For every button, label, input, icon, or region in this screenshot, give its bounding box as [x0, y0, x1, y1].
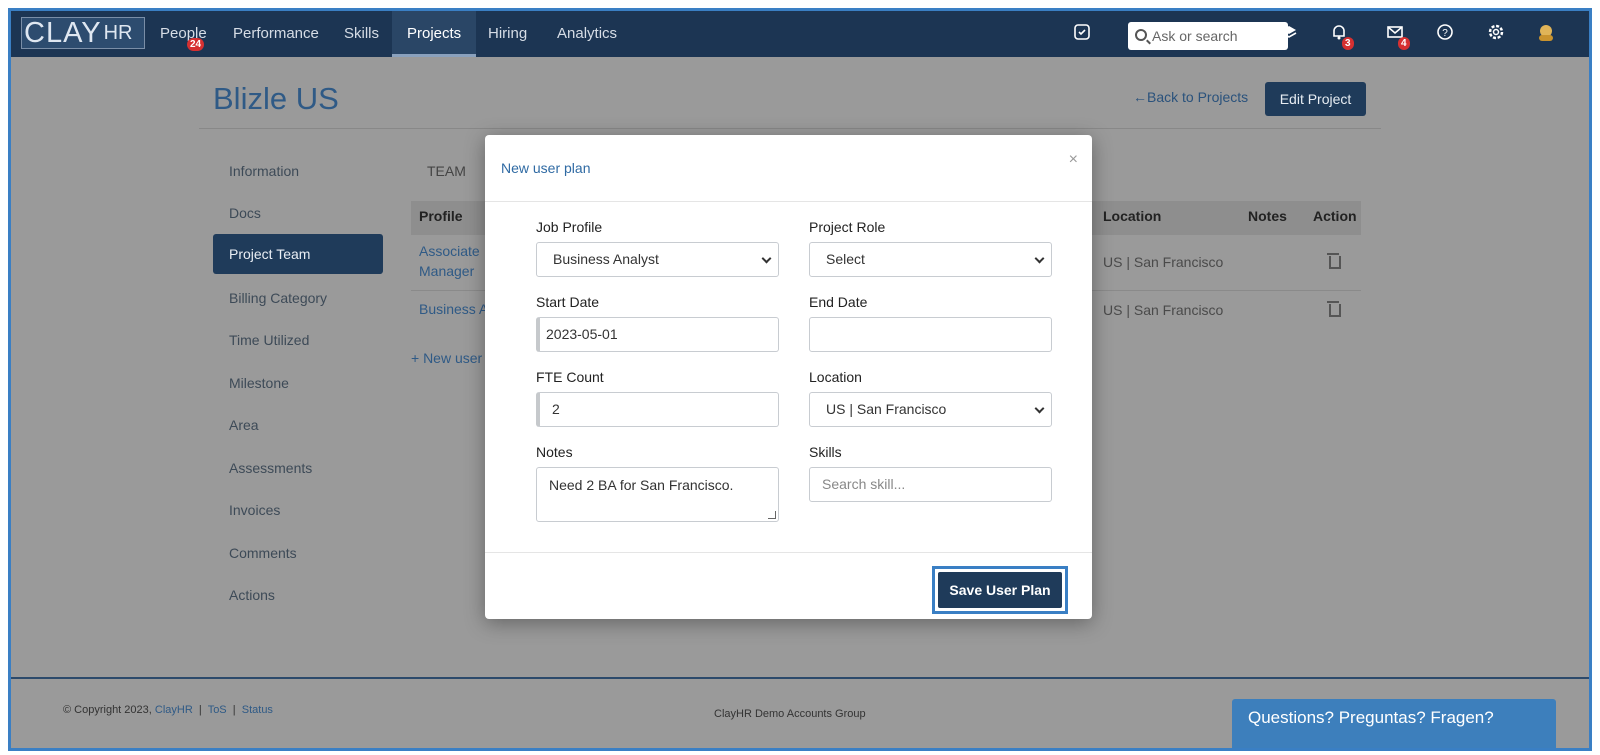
modal-header: New user plan ×	[485, 135, 1092, 202]
sidebar-item-billing-category[interactable]: Billing Category	[229, 290, 327, 306]
people-badge: 24	[187, 38, 205, 51]
location-select[interactable]: US | San Francisco	[809, 392, 1052, 427]
new-user-plan-modal: New user plan × Job Profile Business Ana…	[485, 135, 1092, 619]
start-date-field[interactable]: 2023-05-01	[536, 317, 779, 352]
location-label: Location	[809, 369, 862, 385]
chevron-down-icon	[1034, 403, 1045, 414]
svg-text:?: ?	[1442, 28, 1448, 39]
trash-icon[interactable]	[1327, 301, 1341, 317]
chevron-down-icon	[761, 253, 772, 264]
row-location: US | San Francisco	[1103, 302, 1224, 318]
back-to-projects-link[interactable]: ←Back to Projects	[1133, 89, 1248, 105]
project-role-select[interactable]: Select	[809, 242, 1052, 277]
mail-badge: 4	[1398, 37, 1410, 50]
gear-icon[interactable]	[1485, 23, 1507, 45]
chevron-down-icon	[1034, 253, 1045, 264]
job-profile-label: Job Profile	[536, 219, 603, 235]
tab-team[interactable]: TEAM	[427, 163, 466, 179]
row-profile-associate[interactable]: Associate	[419, 243, 480, 259]
col-action: Action	[1313, 208, 1357, 224]
notes-label: Notes	[536, 444, 573, 460]
sidebar-item-actions[interactable]: Actions	[229, 587, 275, 603]
logo-sub-text: HR	[103, 21, 133, 44]
nav-hiring[interactable]: Hiring	[488, 11, 527, 57]
footer-tos-link[interactable]: ToS	[208, 704, 227, 716]
footer-group: ClayHR Demo Accounts Group	[714, 708, 866, 720]
sidebar-item-information[interactable]: Information	[229, 163, 299, 179]
nav-skills[interactable]: Skills	[344, 11, 379, 57]
title-divider	[199, 128, 1381, 129]
page-title: Blizle US	[213, 81, 339, 116]
app-frame: CLAY HR People 24 Performance Skills Proj…	[8, 8, 1592, 751]
nav-projects[interactable]: Projects	[392, 11, 477, 57]
top-nav: CLAY HR People 24 Performance Skills Proj…	[11, 11, 1589, 57]
avatar[interactable]	[1535, 23, 1557, 45]
search-icon	[1135, 29, 1147, 41]
notes-textarea[interactable]: Need 2 BA for San Francisco.	[536, 467, 779, 522]
sidebar-item-area[interactable]: Area	[229, 417, 259, 433]
search-placeholder: Ask or search	[1152, 28, 1238, 44]
nav-performance[interactable]: Performance	[233, 11, 319, 57]
job-profile-select[interactable]: Business Analyst	[536, 242, 779, 277]
logo-text: CLAY	[24, 16, 102, 49]
sidebar-item-docs[interactable]: Docs	[229, 205, 261, 221]
edit-project-button[interactable]: Edit Project	[1265, 82, 1366, 116]
sidebar-item-project-team[interactable]: Project Team	[213, 234, 383, 274]
skills-search-input[interactable]: Search skill...	[809, 467, 1052, 502]
help-icon[interactable]: ?	[1434, 23, 1456, 45]
project-role-label: Project Role	[809, 219, 886, 235]
fte-count-field[interactable]: 2	[536, 392, 779, 427]
footer-status-link[interactable]: Status	[242, 704, 273, 716]
sidebar-item-milestone[interactable]: Milestone	[229, 375, 289, 391]
modal-footer-divider	[485, 552, 1092, 553]
sidebar-item-invoices[interactable]: Invoices	[229, 502, 280, 518]
resize-handle-icon[interactable]	[768, 511, 776, 519]
search-input[interactable]: Ask or search	[1128, 22, 1288, 50]
row-location: US | San Francisco	[1103, 254, 1224, 270]
clayhr-logo[interactable]: CLAY HR	[21, 17, 145, 49]
end-date-label: End Date	[809, 294, 868, 310]
end-date-field[interactable]	[809, 317, 1052, 352]
col-location: Location	[1103, 208, 1162, 224]
skills-label: Skills	[809, 444, 842, 460]
footer-copyright: © Copyright 2023, ClayHR | ToS | Status	[63, 704, 273, 716]
fte-count-label: FTE Count	[536, 369, 604, 385]
row-profile-business[interactable]: Business A	[419, 301, 488, 317]
col-profile: Profile	[419, 208, 463, 224]
nav-analytics[interactable]: Analytics	[557, 11, 617, 57]
new-user-link[interactable]: + New user	[411, 350, 482, 366]
start-date-label: Start Date	[536, 294, 600, 310]
sidebar-item-time-utilized[interactable]: Time Utilized	[229, 332, 309, 348]
notification-badge: 3	[1342, 37, 1354, 50]
footer-company-link[interactable]: ClayHR	[155, 704, 193, 716]
save-button-highlight: Save User Plan	[932, 566, 1068, 614]
chat-widget-button[interactable]: Questions? Preguntas? Fragen?	[1232, 699, 1556, 748]
layers-icon[interactable]	[1278, 23, 1300, 45]
alarm-clock-icon[interactable]	[1071, 23, 1093, 45]
sidebar-item-comments[interactable]: Comments	[229, 545, 297, 561]
col-notes: Notes	[1248, 208, 1287, 224]
save-user-plan-button[interactable]: Save User Plan	[938, 572, 1062, 608]
sidebar-item-assessments[interactable]: Assessments	[229, 460, 312, 476]
modal-title: New user plan	[501, 160, 591, 176]
row-profile-manager[interactable]: Manager	[419, 263, 474, 279]
trash-icon[interactable]	[1327, 253, 1341, 269]
close-icon[interactable]: ×	[1069, 151, 1078, 169]
